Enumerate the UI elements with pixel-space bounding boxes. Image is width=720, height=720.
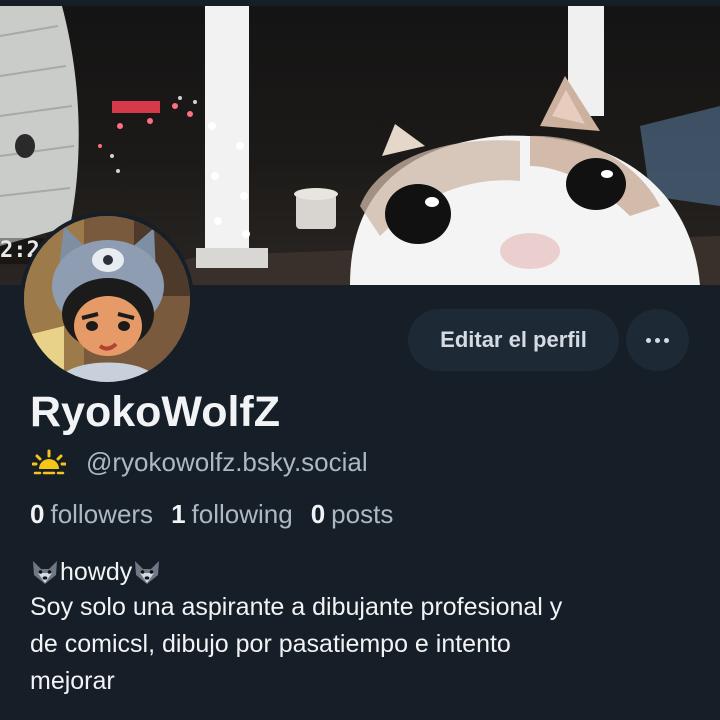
wolf-face-icon — [33, 561, 57, 584]
bio-line: mejorar — [30, 667, 115, 695]
avatar-image — [24, 216, 190, 382]
following-stat[interactable]: 1 following — [171, 499, 293, 530]
wolf-face-icon — [135, 561, 160, 584]
following-count: 1 — [171, 498, 186, 529]
bio-line: Soy solo una aspirante a dibujante profe… — [30, 593, 563, 621]
display-name: RyokoWolfZ — [30, 388, 281, 436]
bio-text: Soy solo una aspirante a dibujante profe… — [30, 589, 700, 700]
posts-stat: 0 posts — [311, 499, 394, 530]
followers-count: 0 — [30, 498, 45, 529]
handle-row: @ryokowolfz.bsky.social — [32, 446, 368, 478]
profile-handle[interactable]: @ryokowolfz.bsky.social — [86, 447, 368, 478]
bio-line: de comicsl, dibujo por pasatiempo e inte… — [30, 630, 511, 658]
followers-label: followers — [50, 498, 154, 529]
bio-greeting-text: howdy — [60, 557, 133, 586]
ellipsis-icon — [646, 337, 669, 343]
following-label: following — [191, 498, 293, 529]
profile-stats: 0 followers 1 following 0 posts — [30, 498, 411, 530]
more-options-button[interactable] — [626, 309, 689, 371]
sunrise-icon — [32, 449, 66, 475]
avatar[interactable] — [20, 212, 194, 386]
bio-greeting: howdy — [30, 556, 162, 588]
edit-profile-button[interactable]: Editar el perfil — [408, 309, 619, 371]
posts-label: posts — [331, 498, 394, 529]
followers-stat[interactable]: 0 followers — [30, 499, 153, 530]
posts-count: 0 — [310, 498, 326, 529]
